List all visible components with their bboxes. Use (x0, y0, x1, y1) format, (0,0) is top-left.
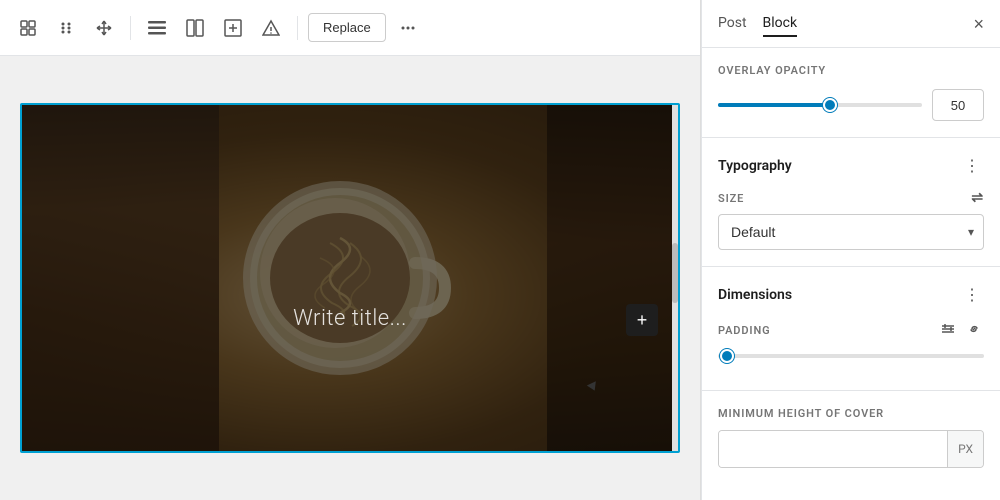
cover-block[interactable]: Write title... + (20, 103, 680, 453)
block-icon (18, 18, 38, 38)
arrows-icon (95, 19, 113, 37)
close-button[interactable]: × (973, 15, 984, 33)
tab-block[interactable]: Block (763, 11, 798, 37)
canvas-area: Write title... + (0, 56, 700, 500)
size-label-text: SIZE (718, 192, 744, 205)
more-icon (399, 19, 417, 37)
block-icon-btn[interactable] (12, 12, 44, 44)
scrollbar[interactable] (672, 105, 678, 451)
panel-header: Post Block × (702, 0, 1000, 48)
write-title-placeholder[interactable]: Write title... (293, 306, 407, 331)
slider-container[interactable] (718, 103, 922, 107)
size-select-wrapper: Default Small Medium Large X-Large ▾ (718, 214, 984, 250)
tab-post[interactable]: Post (718, 11, 747, 37)
padding-row: PADDING (718, 319, 984, 342)
min-height-input-row: PX (718, 430, 984, 468)
padding-icons (938, 319, 984, 342)
size-select[interactable]: Default Small Medium Large X-Large (718, 214, 984, 250)
expand-icon (224, 19, 242, 37)
overlay-opacity-section: OVERLAY OPACITY (702, 48, 1000, 138)
drag-icon (57, 19, 75, 37)
dimensions-section: Dimensions ⋮ PADDING (702, 267, 1000, 391)
scroll-thumb[interactable] (672, 243, 678, 303)
divider-1 (130, 16, 131, 40)
drag-handle-btn[interactable] (50, 12, 82, 44)
dimensions-title: Dimensions (718, 287, 792, 303)
min-height-input[interactable] (719, 431, 947, 467)
typography-title: Typography (718, 158, 792, 174)
overlay-opacity-label: OVERLAY OPACITY (718, 64, 984, 77)
min-height-label: MINIMUM HEIGHT OF COVER (718, 407, 984, 420)
warning-btn[interactable] (255, 12, 287, 44)
opacity-value-input[interactable] (932, 89, 984, 121)
more-options-btn[interactable] (392, 12, 424, 44)
slider-track (718, 103, 922, 107)
divider-2 (297, 16, 298, 40)
columns-btn[interactable] (179, 12, 211, 44)
typography-menu-btn[interactable]: ⋮ (960, 154, 984, 178)
padding-thumb[interactable] (720, 349, 734, 363)
size-adjust-icon[interactable]: ⇌ (971, 190, 984, 206)
dimensions-header: Dimensions ⋮ (718, 283, 984, 307)
min-height-unit: PX (947, 431, 983, 467)
replace-button[interactable]: Replace (308, 13, 386, 42)
padding-link-icon[interactable] (964, 319, 984, 342)
cover-image (22, 105, 678, 451)
typography-section: Typography ⋮ SIZE ⇌ Default Small Medium… (702, 138, 1000, 267)
expand-btn[interactable] (217, 12, 249, 44)
right-panel: Post Block × OVERLAY OPACITY Typography … (701, 0, 1000, 500)
padding-slider[interactable] (718, 354, 984, 358)
cover-overlay (22, 105, 678, 451)
slider-fill (718, 103, 830, 107)
warning-icon (262, 19, 280, 37)
size-label: SIZE ⇌ (718, 190, 984, 206)
align-icon (148, 21, 166, 35)
columns-icon (186, 19, 204, 37)
dimensions-menu-btn[interactable]: ⋮ (960, 283, 984, 307)
add-block-button[interactable]: + (626, 304, 658, 336)
arrows-btn[interactable] (88, 12, 120, 44)
min-height-section: MINIMUM HEIGHT OF COVER PX (702, 391, 1000, 484)
padding-label: PADDING (718, 324, 770, 337)
editor-area: Replace (0, 0, 701, 500)
slider-row (718, 89, 984, 121)
slider-thumb[interactable] (823, 98, 837, 112)
padding-settings-icon[interactable] (938, 319, 958, 342)
typography-header: Typography ⋮ (718, 154, 984, 178)
toolbar: Replace (0, 0, 700, 56)
align-btn[interactable] (141, 12, 173, 44)
